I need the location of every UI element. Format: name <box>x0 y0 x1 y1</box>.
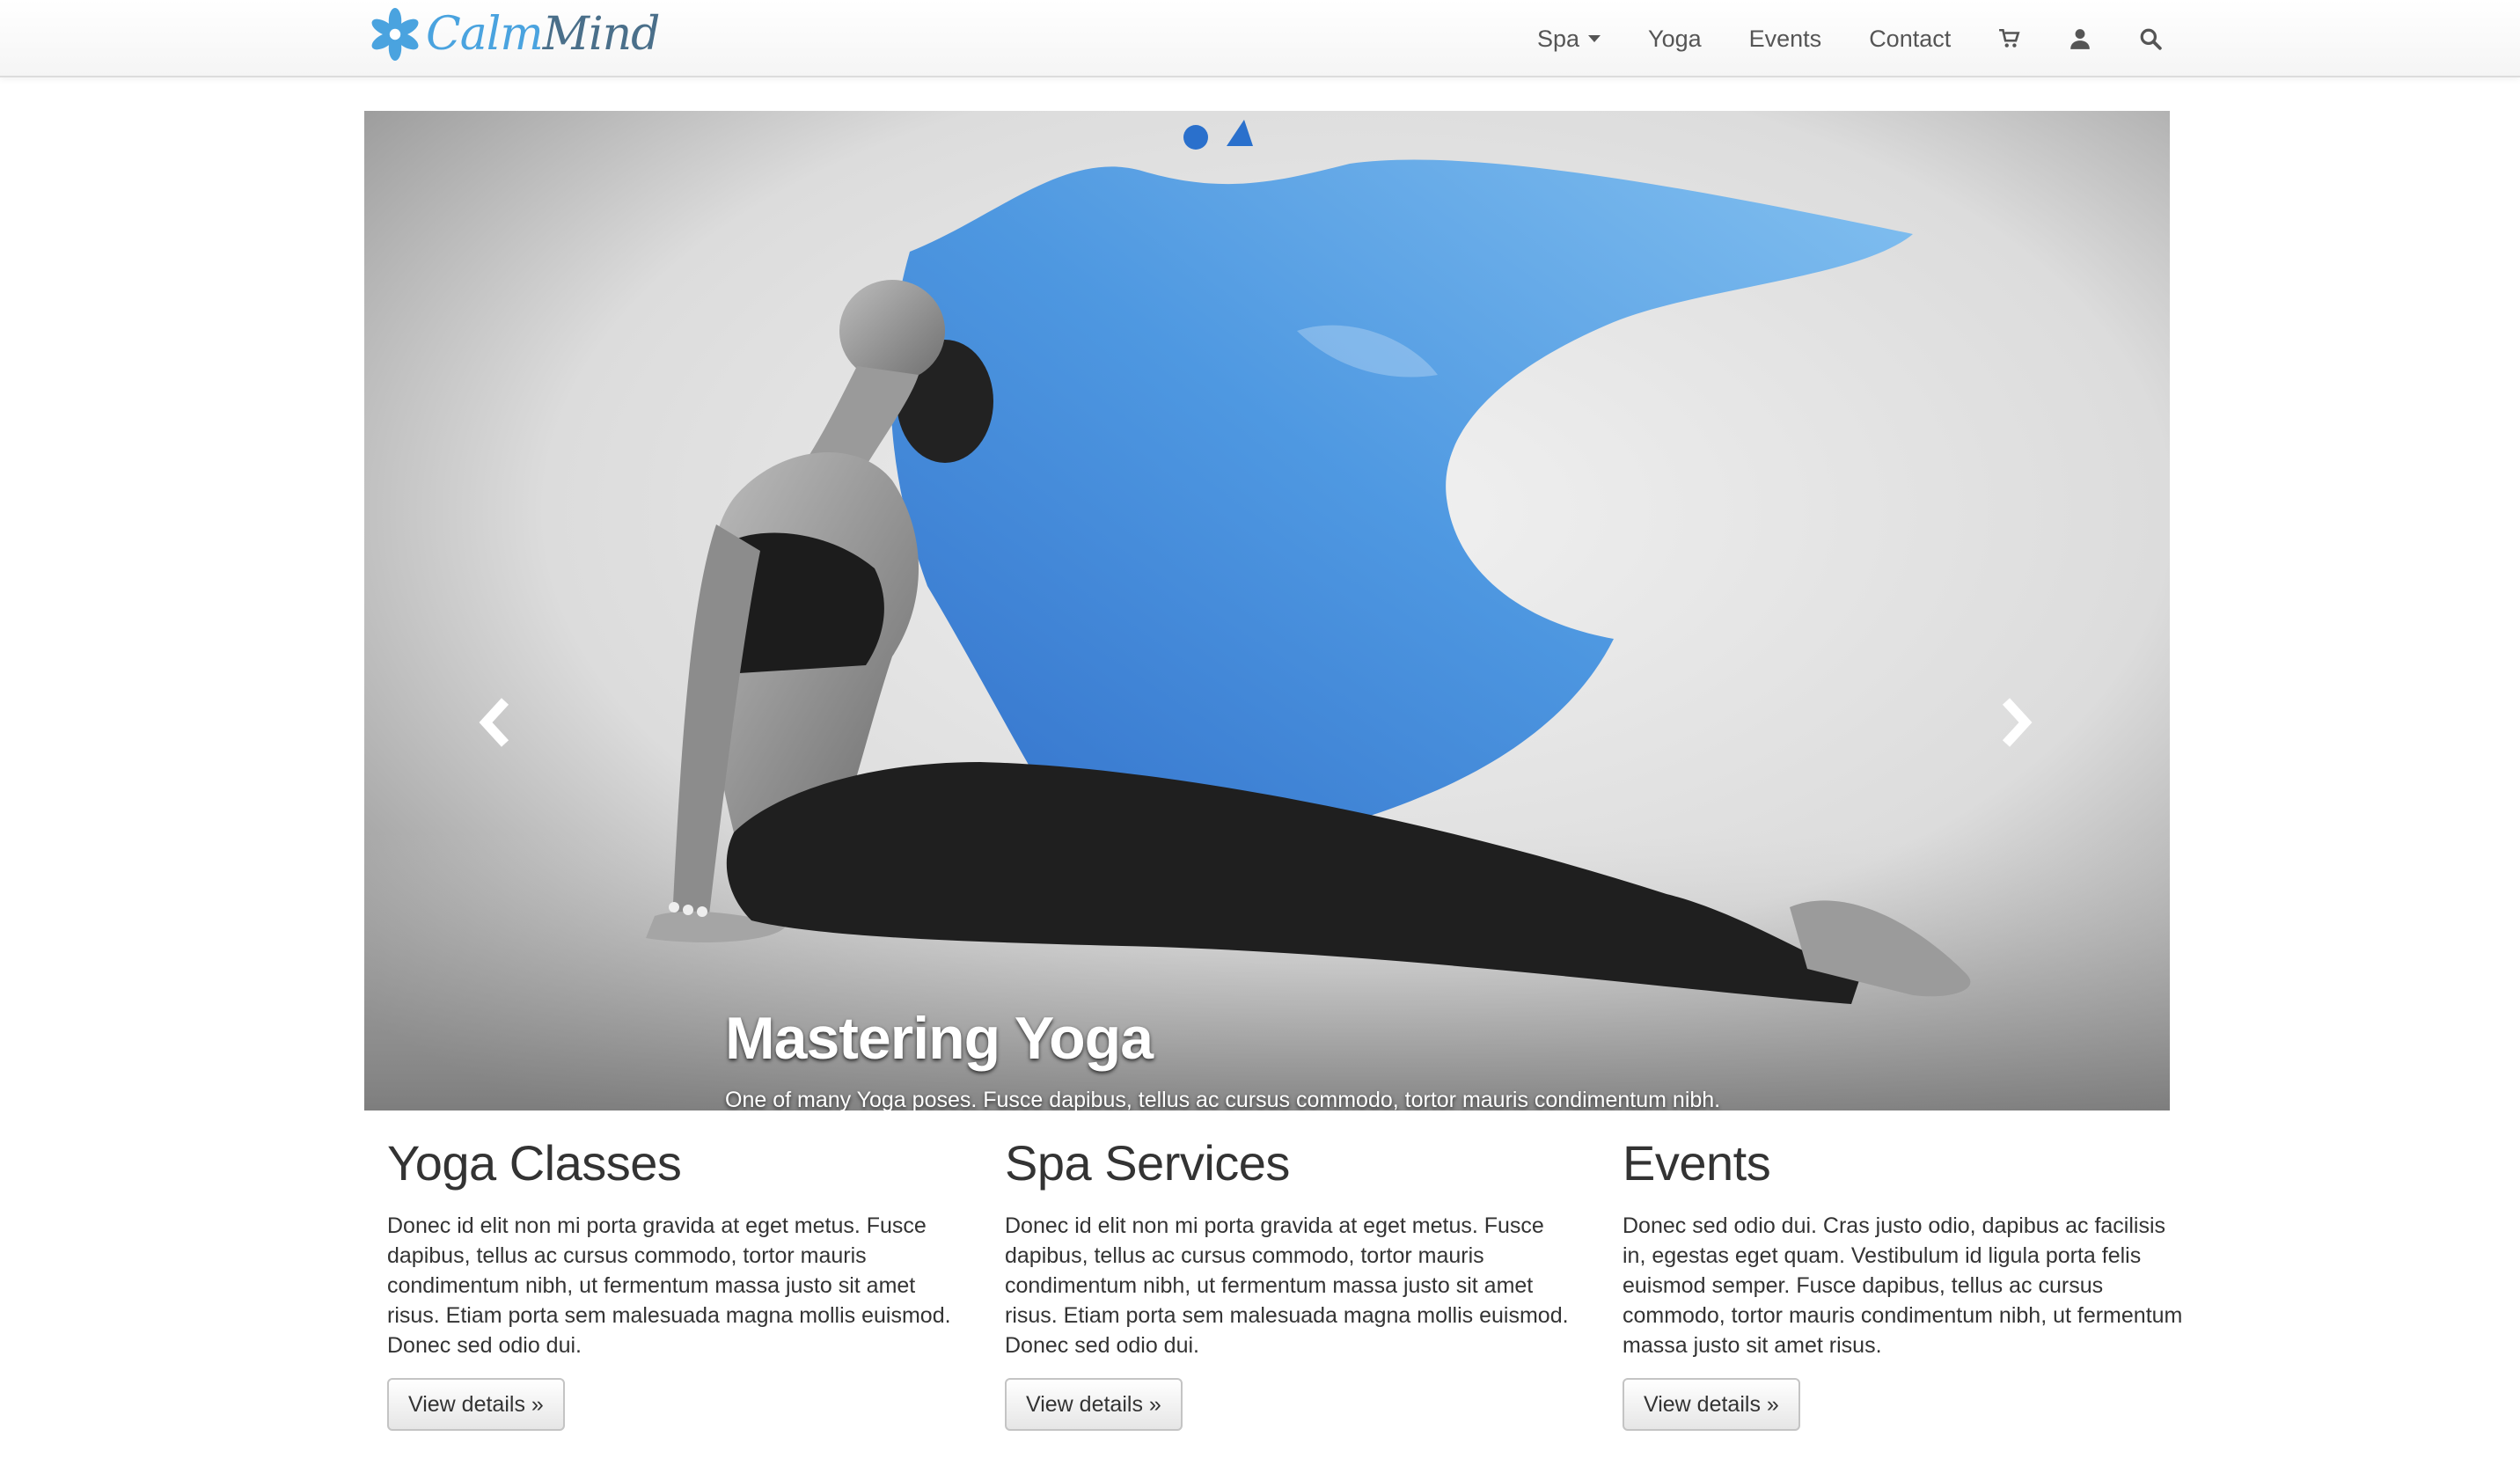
search-icon <box>2140 28 2162 50</box>
feature-text: Donec sed odio dui. Cras justo odio, dap… <box>1623 1213 2183 1359</box>
cart-button[interactable] <box>1974 0 2045 77</box>
view-details-button[interactable]: View details » <box>1623 1378 1800 1432</box>
carousel-caption-text: One of many Yoga poses. Fusce dapibus, t… <box>725 1088 1721 1110</box>
hero-carousel: Mastering Yoga One of many Yoga poses. F… <box>364 111 2170 1110</box>
top-navbar: CalmMind Spa Yoga Events Contact <box>0 0 2520 77</box>
carousel-caption-title: Mastering Yoga <box>725 1005 1154 1072</box>
view-details-button[interactable]: View details » <box>1005 1378 1183 1432</box>
user-icon <box>2070 29 2091 49</box>
nav-item-contact[interactable]: Contact <box>1845 0 1974 77</box>
feature-title: Spa Services <box>1005 1135 1290 1191</box>
feature-spa-services: Spa Services Donec id elit non mi porta … <box>1005 1135 1577 1432</box>
nav-item-label: Events <box>1748 25 1822 52</box>
nav-item-label: Contact <box>1869 25 1952 52</box>
brand-logo[interactable]: CalmMind <box>368 4 660 65</box>
lotus-flower-icon <box>371 8 419 61</box>
feature-yoga-classes: Yoga Classes Donec id elit non mi porta … <box>387 1135 959 1432</box>
caret-down-icon <box>1588 35 1601 42</box>
search-button[interactable] <box>2115 0 2186 77</box>
brand-name: CalmMind <box>426 8 660 61</box>
feature-title: Yoga Classes <box>387 1135 682 1191</box>
nav-item-label: Spa <box>1537 25 1580 52</box>
nav-item-yoga[interactable]: Yoga <box>1624 0 1725 77</box>
chevron-right-icon <box>2002 698 2033 747</box>
feature-title: Events <box>1623 1135 1771 1191</box>
feature-text: Donec id elit non mi porta gravida at eg… <box>1005 1213 1569 1359</box>
chevron-left-icon <box>479 698 509 747</box>
view-details-button[interactable]: View details » <box>387 1378 565 1432</box>
carousel-prev-button[interactable] <box>461 683 531 762</box>
yoga-hero-image <box>364 111 2170 1110</box>
feature-text: Donec id elit non mi porta gravida at eg… <box>387 1213 951 1359</box>
carousel-next-button[interactable] <box>1980 683 2050 762</box>
nav-item-events[interactable]: Events <box>1725 0 1846 77</box>
account-button[interactable] <box>2045 0 2115 77</box>
nav-item-label: Yoga <box>1648 25 1702 52</box>
main-nav: Spa Yoga Events Contact <box>1513 0 2186 77</box>
cart-icon <box>1999 28 2020 48</box>
carousel-caption: Mastering Yoga One of many Yoga poses. F… <box>725 1008 1869 1110</box>
nav-item-spa[interactable]: Spa <box>1513 0 1624 77</box>
feature-events: Events Donec sed odio dui. Cras justo od… <box>1623 1135 2194 1432</box>
